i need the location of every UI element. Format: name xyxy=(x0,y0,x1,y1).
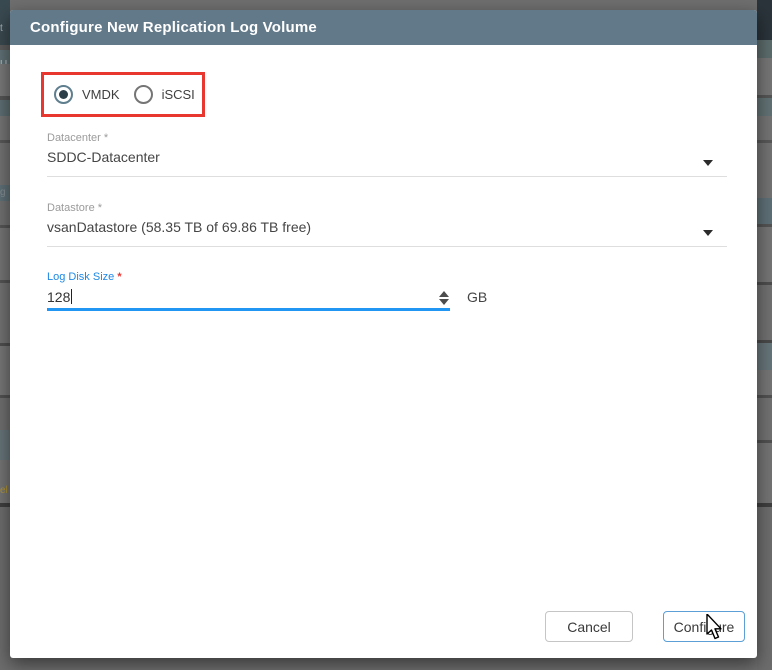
background-band xyxy=(0,346,10,395)
field-underline xyxy=(47,176,727,177)
chevron-down-icon[interactable] xyxy=(703,230,713,236)
required-asterisk: * xyxy=(117,271,121,283)
background-left-strip: t U g el xyxy=(0,0,10,670)
background-band xyxy=(0,116,10,140)
background-band xyxy=(757,40,772,58)
datastore-select[interactable]: Datastore * vsanDatastore (58.35 TB of 6… xyxy=(47,202,727,247)
background-band xyxy=(757,0,772,40)
background-band xyxy=(757,227,772,282)
background-band xyxy=(757,116,772,140)
background-band xyxy=(0,283,10,343)
stepper-up-icon[interactable] xyxy=(439,291,449,297)
required-asterisk: * xyxy=(104,132,108,144)
background-band xyxy=(0,201,10,225)
radio-label-vmdk: VMDK xyxy=(82,87,120,102)
unit-label: GB xyxy=(467,289,487,305)
background-band xyxy=(0,430,10,460)
configure-replication-log-volume-dialog: Configure New Replication Log Volume VMD… xyxy=(10,10,757,658)
background-band xyxy=(757,398,772,440)
stepper-down-icon[interactable] xyxy=(439,299,449,305)
radio-unselected-icon[interactable] xyxy=(134,85,153,104)
datacenter-label: Datacenter * xyxy=(47,132,727,144)
number-stepper[interactable] xyxy=(437,290,451,306)
background-band xyxy=(0,64,10,96)
background-text-fragment: g xyxy=(0,188,6,198)
background-text-fragment: el xyxy=(0,486,8,496)
background-band xyxy=(757,285,772,340)
radio-option-vmdk[interactable]: VMDK xyxy=(54,85,120,104)
background-band xyxy=(757,198,772,224)
dialog-title: Configure New Replication Log Volume xyxy=(30,19,317,36)
focused-input-underline xyxy=(47,308,450,311)
log-disk-size-input[interactable]: 128 GB xyxy=(47,289,727,307)
field-underline xyxy=(47,246,727,247)
log-disk-size-field: Log Disk Size * 128 GB xyxy=(47,271,727,316)
dialog-header: Configure New Replication Log Volume xyxy=(10,10,757,45)
log-disk-size-value[interactable]: 128 xyxy=(47,289,70,305)
log-disk-size-label: Log Disk Size * xyxy=(47,271,727,283)
required-asterisk: * xyxy=(98,202,102,214)
background-band xyxy=(757,343,772,370)
background-band xyxy=(0,228,10,280)
datastore-label: Datastore * xyxy=(47,202,727,214)
background-band xyxy=(0,100,10,116)
background-band xyxy=(757,98,772,116)
datacenter-select[interactable]: Datacenter * SDDC-Datacenter xyxy=(47,132,727,177)
radio-option-iscsi[interactable]: iSCSI xyxy=(134,85,195,104)
cancel-button[interactable]: Cancel xyxy=(545,611,633,642)
background-band xyxy=(757,143,772,198)
background-text-fragment: t xyxy=(0,24,3,34)
background-band xyxy=(757,58,772,95)
configure-button[interactable]: Configure xyxy=(663,611,745,642)
radio-selected-icon[interactable] xyxy=(54,85,73,104)
background-band xyxy=(757,370,772,395)
chevron-down-icon[interactable] xyxy=(703,160,713,166)
annotation-highlight-box: VMDK iSCSI xyxy=(41,72,205,117)
datacenter-value[interactable]: SDDC-Datacenter xyxy=(47,149,727,165)
datastore-value[interactable]: vsanDatastore (58.35 TB of 69.86 TB free… xyxy=(47,219,727,235)
text-cursor xyxy=(71,289,72,304)
background-band xyxy=(757,443,772,503)
background-right-strip xyxy=(757,0,772,670)
background-band xyxy=(0,143,10,185)
background-band xyxy=(0,507,10,670)
background-band xyxy=(0,398,10,430)
background-band xyxy=(757,507,772,670)
background-band xyxy=(0,460,10,503)
radio-label-iscsi: iSCSI xyxy=(162,87,195,102)
